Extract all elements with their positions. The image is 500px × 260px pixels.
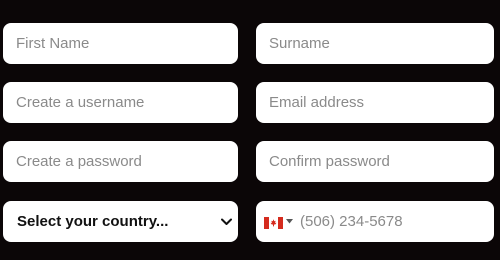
email-field[interactable] [256, 82, 494, 123]
canada-flag-icon[interactable] [264, 216, 283, 229]
registration-form: Select your country... [0, 0, 500, 260]
phone-field[interactable] [256, 201, 494, 242]
password-input[interactable] [16, 141, 238, 182]
phone-input[interactable] [300, 201, 494, 242]
first-name-field[interactable] [3, 23, 238, 64]
username-input[interactable] [16, 82, 238, 123]
confirm-password-field[interactable] [256, 141, 494, 182]
username-field[interactable] [3, 82, 238, 123]
country-select[interactable]: Select your country... [3, 201, 238, 242]
password-field[interactable] [3, 141, 238, 182]
email-input[interactable] [269, 82, 494, 123]
caret-down-icon[interactable] [286, 219, 293, 225]
surname-field[interactable] [256, 23, 494, 64]
first-name-input[interactable] [16, 23, 238, 64]
chevron-down-icon[interactable] [220, 216, 232, 228]
country-select-value: Select your country... [17, 213, 169, 230]
confirm-password-input[interactable] [269, 141, 494, 182]
surname-input[interactable] [269, 23, 494, 64]
